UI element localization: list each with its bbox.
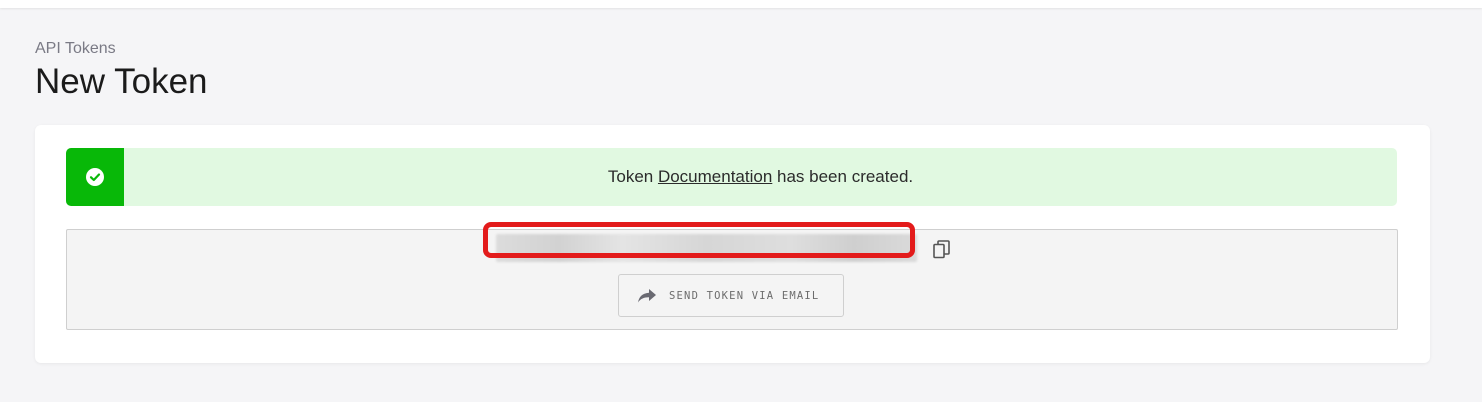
alert-message: Token Documentation has been created. [124,148,1397,206]
breadcrumb[interactable]: API Tokens [35,40,116,58]
send-token-email-button[interactable]: SEND TOKEN VIA EMAIL [618,274,844,317]
success-alert: Token Documentation has been created. [66,148,1397,206]
token-name-link[interactable]: Documentation [658,167,772,186]
copy-icon[interactable] [933,240,951,260]
page-title: New Token [35,62,208,101]
top-bar [0,0,1482,8]
token-highlight-box [483,222,915,258]
token-panel: SEND TOKEN VIA EMAIL [66,222,1398,330]
check-circle-icon [66,148,124,206]
share-arrow-icon [637,288,657,304]
send-token-email-label: SEND TOKEN VIA EMAIL [669,289,820,302]
token-card: Token Documentation has been created. SE… [35,125,1430,363]
alert-prefix: Token [607,167,658,186]
alert-suffix: has been created. [772,167,914,186]
